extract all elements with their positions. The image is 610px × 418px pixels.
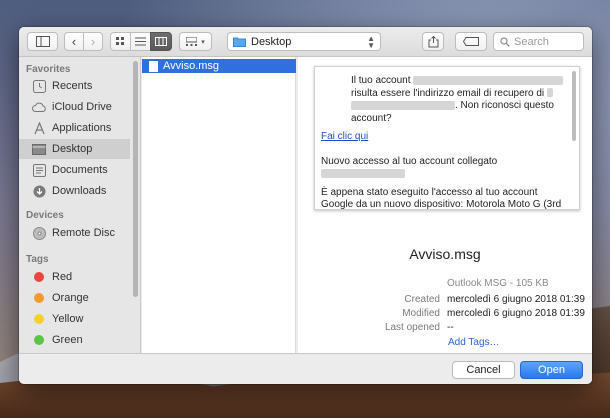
desktop-icon — [32, 142, 46, 156]
email-line-4: Nuovo accesso al tuo account collegato — [321, 155, 498, 167]
sidebar-scrollbar[interactable] — [133, 61, 138, 297]
cloud-icon — [32, 100, 46, 114]
sidebar-toggle-button[interactable] — [27, 32, 58, 51]
search-input[interactable] — [514, 35, 574, 48]
grid-icon — [116, 37, 124, 45]
yellow-tag-dot-icon — [34, 314, 44, 324]
file-row-selected[interactable]: Avviso.msg — [142, 59, 296, 73]
email-line-2: risulta essere l'indirizzo email di recu… — [351, 87, 545, 99]
sidebar-item-tag-orange[interactable]: Orange — [19, 288, 130, 308]
sidebar-item-label: Desktop — [52, 143, 93, 155]
sidebar: Favorites Recents iCloud Drive Applicati… — [19, 57, 141, 353]
back-button[interactable]: ‹ — [64, 32, 84, 51]
icon-view-button[interactable] — [110, 32, 131, 51]
column-view-button[interactable] — [150, 32, 172, 51]
email-link[interactable]: Fai clic qui — [321, 131, 368, 142]
file-name: Avviso.msg — [163, 60, 220, 72]
applications-icon — [32, 121, 46, 135]
clock-icon — [32, 79, 46, 93]
sidebar-item-label: Downloads — [52, 185, 107, 197]
updown-arrows-icon: ▲ ▼ — [367, 34, 375, 50]
sidebar-item-label: Green — [52, 334, 83, 346]
location-label: Desktop — [251, 35, 292, 48]
orange-tag-dot-icon — [34, 293, 44, 303]
green-tag-dot-icon — [34, 335, 44, 345]
folder-icon — [233, 37, 246, 47]
meta-created: Created mercoledì 6 giugno 2018 01:39 — [298, 294, 592, 307]
sidebar-item-label: iCloud Drive — [52, 101, 112, 113]
sidebar-item-label: Remote Disc — [52, 227, 115, 239]
cancel-button[interactable]: Cancel — [452, 361, 515, 379]
sidebar-item-applications[interactable]: Applications — [19, 118, 130, 138]
file-document-icon — [149, 60, 158, 72]
meta-last-opened-label: Last opened — [384, 322, 440, 333]
disc-icon — [32, 226, 46, 240]
share-button[interactable] — [422, 32, 444, 51]
sidebar-item-label: Yellow — [52, 313, 84, 325]
meta-last-opened: Last opened -- — [298, 322, 592, 335]
redacted-text — [546, 88, 553, 98]
sidebar-item-icloud-drive[interactable]: iCloud Drive — [19, 97, 130, 117]
sidebar-item-label: Applications — [52, 122, 112, 134]
sidebar-item-tag-red[interactable]: Red — [19, 267, 130, 287]
sidebar-heading-favorites: Favorites — [26, 64, 71, 75]
gallery-view-dropdown[interactable]: ▾ — [179, 32, 212, 51]
open-button[interactable]: Open — [520, 361, 583, 379]
sidebar-item-downloads[interactable]: Downloads — [19, 181, 130, 201]
download-icon — [32, 184, 46, 198]
sidebar-item-label: Recents — [52, 80, 93, 92]
meta-modified: Modified mercoledì 6 giugno 2018 01:39 — [298, 308, 592, 321]
columns-icon — [155, 37, 167, 46]
document-icon — [32, 163, 46, 177]
sidebar-item-recents[interactable]: Recents — [19, 76, 130, 96]
email-line-1: Il tuo account — [351, 75, 411, 86]
sidebar-item-label: Orange — [52, 292, 89, 304]
email-preview-thumbnail: Il tuo account risulta essere l'indirizz… — [314, 66, 580, 210]
meta-created-value: mercoledì 6 giugno 2018 01:39 — [447, 294, 585, 305]
list-icon — [135, 37, 146, 46]
location-select[interactable]: Desktop ▲ ▼ — [227, 32, 381, 51]
sidebar-item-desktop[interactable]: Desktop — [19, 139, 130, 159]
sidebar-icon — [35, 36, 50, 47]
sidebar-heading-devices: Devices — [26, 210, 64, 221]
preview-scrollbar[interactable] — [572, 71, 576, 141]
meta-modified-value: mercoledì 6 giugno 2018 01:39 — [447, 308, 585, 319]
share-icon — [428, 35, 438, 47]
open-file-dialog: ‹ › ▾ Desktop ▲ ▼ Search Favorites Recen… — [19, 27, 592, 384]
add-tags-link[interactable]: Add Tags… — [448, 337, 500, 348]
tag-button[interactable] — [455, 32, 487, 51]
redacted-text — [321, 168, 405, 178]
chevron-down-icon: ▾ — [201, 38, 205, 46]
gallery-icon — [186, 37, 198, 46]
tag-icon — [463, 37, 479, 46]
preview-pane: Il tuo account risulta essere l'indirizz… — [298, 57, 592, 353]
redacted-text — [351, 100, 455, 110]
forward-button[interactable]: › — [83, 32, 103, 51]
sidebar-item-documents[interactable]: Documents — [19, 160, 130, 180]
sidebar-heading-tags: Tags — [26, 254, 49, 265]
preview-file-name: Avviso.msg — [409, 246, 481, 262]
list-view-button[interactable] — [130, 32, 151, 51]
sidebar-item-remote-disc[interactable]: Remote Disc — [19, 223, 130, 243]
red-tag-dot-icon — [34, 272, 44, 282]
dialog-footer: Cancel Open — [19, 353, 592, 384]
sidebar-item-tag-yellow[interactable]: Yellow — [19, 309, 130, 329]
sidebar-item-label: Red — [52, 271, 73, 283]
file-column: Avviso.msg — [142, 57, 296, 353]
redacted-text — [413, 75, 564, 85]
dialog-toolbar: ‹ › ▾ Desktop ▲ ▼ — [19, 27, 592, 57]
search-icon — [500, 36, 510, 47]
chevron-right-icon: › — [90, 34, 96, 49]
search-field[interactable] — [493, 32, 584, 51]
meta-created-label: Created — [404, 294, 440, 305]
sidebar-item-tag-green[interactable]: Green — [19, 330, 130, 350]
meta-modified-label: Modified — [402, 308, 440, 319]
preview-kind-size: Outlook MSG - 105 KB — [447, 278, 549, 289]
email-line-5: È appena stato eseguito l'accesso al tuo… — [321, 186, 562, 210]
chevron-left-icon: ‹ — [71, 34, 77, 49]
meta-last-opened-value: -- — [447, 322, 454, 333]
sidebar-item-label: Documents — [52, 164, 108, 176]
